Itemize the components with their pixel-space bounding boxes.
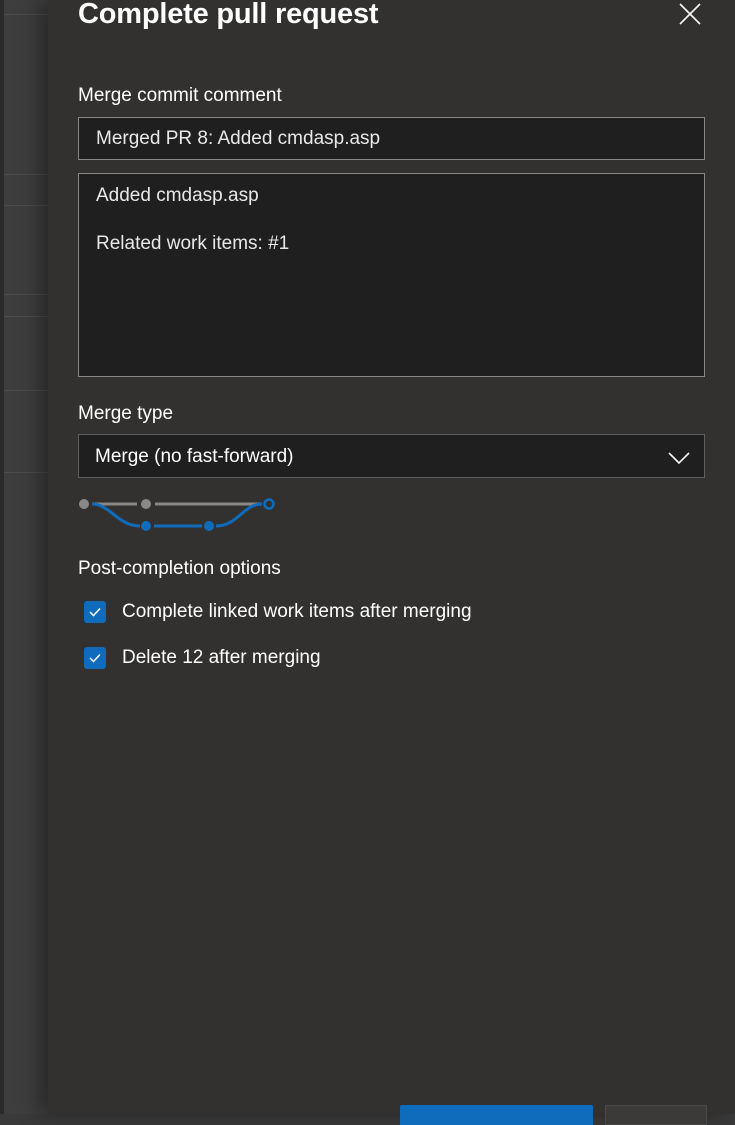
complete-linked-work-items-checkbox[interactable]: [84, 601, 106, 623]
post-completion-options-label: Post-completion options: [78, 558, 281, 579]
diagram-merge-curve: [215, 502, 263, 528]
merge-commit-description-textarea[interactable]: Added cmdasp.asp Related work items: #1: [78, 173, 705, 377]
diagram-feature-commit: [141, 521, 151, 531]
panel-title: Complete pull request: [78, 0, 379, 30]
description-blank-line: [96, 208, 687, 232]
complete-pull-request-panel: Complete pull request Merge commit comme…: [48, 0, 735, 1125]
background-divider: [4, 174, 48, 175]
diagram-feature-commit: [204, 521, 214, 531]
background-divider: [4, 390, 48, 391]
complete-merge-button[interactable]: [400, 1105, 593, 1125]
cancel-button[interactable]: [605, 1105, 707, 1125]
merge-type-diagram: [79, 498, 275, 531]
chevron-down-icon: [668, 452, 690, 465]
diagram-feature-branch-curve: [91, 502, 141, 528]
merge-type-label: Merge type: [78, 403, 174, 424]
background-divider: [4, 472, 48, 473]
merge-type-selected-value: Merge (no fast-forward): [95, 446, 294, 467]
diagram-merge-commit: [263, 498, 275, 510]
background-sidebar: [0, 0, 48, 1114]
delete-branch-checkbox[interactable]: [84, 647, 106, 669]
merge-commit-title-input[interactable]: Merged PR 8: Added cmdasp.asp: [78, 117, 705, 160]
background-edge: [0, 0, 4, 1114]
diagram-main-commit: [141, 499, 151, 509]
checkmark-icon: [89, 607, 101, 617]
complete-linked-work-items-label: Complete linked work items after merging: [122, 601, 472, 622]
description-line: Added cmdasp.asp: [96, 185, 259, 206]
background-divider: [4, 294, 48, 295]
merge-type-dropdown[interactable]: Merge (no fast-forward): [78, 434, 705, 478]
description-line: Related work items: #1: [96, 233, 290, 254]
checkmark-icon: [89, 653, 101, 663]
close-icon: [679, 3, 701, 25]
background-divider: [4, 316, 48, 317]
background-divider: [4, 14, 48, 15]
background-divider: [4, 205, 48, 206]
merge-commit-comment-label: Merge commit comment: [78, 85, 282, 106]
delete-branch-label: Delete 12 after merging: [122, 647, 321, 668]
close-button[interactable]: [674, 0, 706, 30]
diagram-main-commit: [79, 499, 89, 509]
